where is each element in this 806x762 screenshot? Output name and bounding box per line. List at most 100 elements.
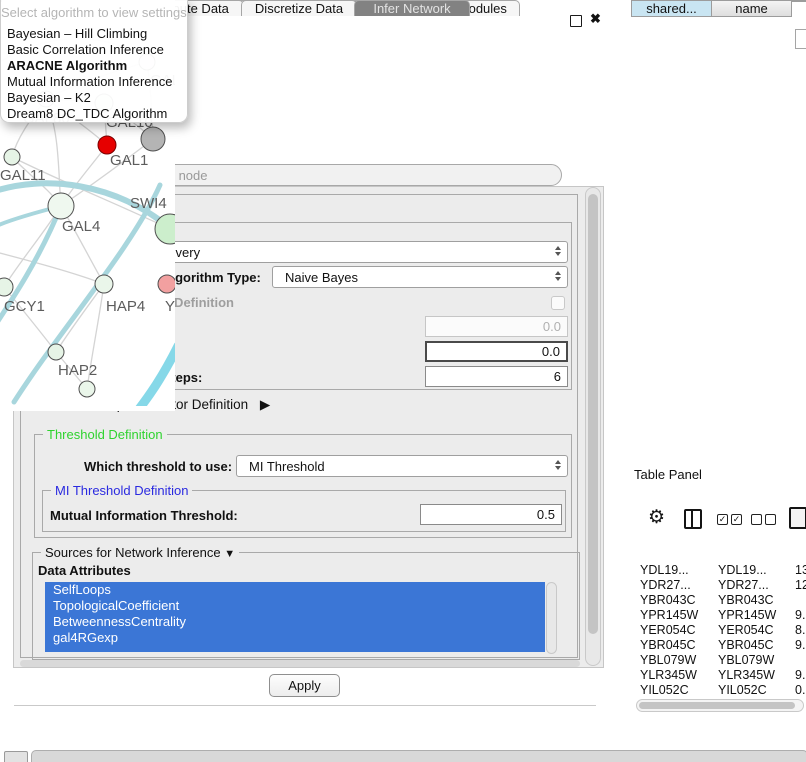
gear-icon[interactable]: ⚙	[648, 506, 665, 529]
select-all-checkboxes-icon[interactable]: ✓✓	[717, 514, 742, 525]
which-threshold-dropdown[interactable]: MI Threshold	[236, 455, 568, 477]
cell: YIL052C	[718, 683, 767, 694]
cell: 8.	[795, 623, 805, 638]
expander-down-arrow-icon: ▼	[224, 548, 235, 560]
table-row[interactable]: YPR145WYPR145W9.	[631, 608, 806, 623]
cell: 9.	[795, 608, 805, 623]
node-hap4	[95, 275, 113, 293]
menu-item[interactable]: Bayesian – K2	[1, 90, 187, 106]
menu-item-selected[interactable]: ARACNE Algorithm	[1, 58, 187, 74]
which-threshold-label: Which threshold to use:	[84, 459, 232, 474]
scrollbar-thumb[interactable]	[588, 194, 598, 634]
cell: YDR27...	[718, 578, 769, 593]
node-label: GAL4	[62, 218, 100, 235]
algorithm-dropdown-popup: Select algorithm to view settings Bayesi…	[0, 0, 188, 123]
node-gal11	[4, 149, 20, 165]
which-threshold-value: MI Threshold	[249, 459, 325, 474]
unchecked-box-glyph	[765, 514, 776, 525]
table-body: YDL19...YDL19...13 YDR27... YDR27... 12 YB…	[631, 563, 806, 694]
network-scrollbar-stub[interactable]	[795, 29, 806, 49]
manual-kernel-width-checkbox[interactable]	[551, 296, 565, 310]
cell: YER054C	[718, 623, 774, 638]
node-label: HAP2	[58, 362, 97, 379]
mi-threshold-field[interactable]: 0.5	[420, 504, 562, 525]
node-gal4	[48, 193, 74, 219]
list-item[interactable]: SelfLoops	[45, 582, 545, 598]
tab-discretize-data-label: Discretize Data	[255, 1, 343, 16]
cell: YBL079W	[640, 653, 696, 668]
table-row[interactable]: YBL079WYBL079W	[631, 653, 806, 668]
node-label: GCY1	[4, 298, 45, 315]
settings-horizontal-scrollbar[interactable]	[20, 660, 580, 667]
document-icon[interactable]	[789, 507, 806, 529]
checked-box-glyph: ✓	[731, 514, 742, 525]
attributes-list-scrollbar[interactable]	[546, 582, 557, 654]
cell: YBR045C	[718, 638, 774, 653]
column-header-name-label: name	[735, 1, 768, 16]
float-panel-icon[interactable]	[570, 15, 582, 27]
column-header-partial[interactable]	[791, 0, 806, 2]
dpi-tolerance-value: 0.0	[542, 344, 560, 359]
table-panel-title: Table Panel	[634, 467, 702, 482]
menu-item[interactable]: Dream8 DC_TDC Algorithm	[1, 106, 187, 122]
node	[79, 381, 95, 397]
table-row[interactable]: YBR045C YBR045C 9.	[631, 638, 806, 653]
dpi-tolerance-field[interactable]: 0.0	[425, 341, 568, 362]
tab-infer-network[interactable]: Infer Network	[354, 0, 470, 16]
apply-button-label: Apply	[288, 678, 321, 693]
table-row[interactable]: YER054C YER054C 8.	[631, 623, 806, 638]
mi-steps-field[interactable]: 6	[425, 366, 568, 387]
close-panel-icon[interactable]: ✖	[590, 11, 601, 27]
apply-button[interactable]: Apply	[269, 674, 340, 697]
table-horizontal-scrollbar[interactable]	[636, 699, 804, 712]
cell: YLR345W	[718, 668, 775, 683]
tab-discretize-data[interactable]: Discretize Data	[241, 0, 357, 16]
menu-item[interactable]: Mutual Information Inference	[1, 74, 187, 90]
menu-item[interactable]: Basic Correlation Inference	[1, 42, 187, 58]
column-header-shared[interactable]: shared...	[631, 0, 712, 17]
minimized-panel-icon[interactable]	[4, 751, 28, 762]
sources-group-title[interactable]: Sources for Network Inference ▼	[41, 545, 239, 560]
table-row[interactable]: YDR27... YDR27... 12	[631, 578, 806, 593]
cell: YBR043C	[718, 593, 774, 608]
mi-algorithm-type-value: Naive Bayes	[285, 270, 358, 285]
cell: YDR27...	[640, 578, 691, 593]
cell: YER054C	[640, 623, 696, 638]
aracne-mode-dropdown[interactable]: Discovery	[130, 241, 568, 263]
dropdown-arrows-icon	[555, 460, 561, 470]
node-label: GAL11	[0, 167, 46, 184]
cell: YIL052C	[640, 683, 689, 694]
column-header-name[interactable]: name	[711, 0, 792, 17]
collapsed-bottom-bar[interactable]	[31, 750, 806, 762]
cell: YPR145W	[718, 608, 776, 623]
split-columns-icon[interactable]	[684, 509, 702, 529]
node-label: GAL1	[110, 152, 148, 169]
cell: 9.	[795, 638, 805, 653]
table-row[interactable]: YDL19...YDL19...13	[631, 563, 806, 578]
screen: Control Panel ✖ Network Style Select Cyn…	[0, 0, 806, 762]
scrollbar-thumb[interactable]	[639, 702, 795, 709]
mi-threshold-group-title: MI Threshold Definition	[51, 483, 192, 498]
cell: 12	[795, 578, 806, 593]
sources-group-title-label: Sources for Network Inference	[45, 545, 221, 560]
mi-algorithm-type-dropdown[interactable]: Naive Bayes	[272, 266, 568, 288]
node-label: HAP4	[106, 298, 145, 315]
deselect-all-checkboxes-icon[interactable]	[751, 514, 776, 525]
cell: YBR045C	[640, 638, 696, 653]
list-item[interactable]: BetweennessCentrality	[45, 614, 545, 630]
network-highlight-edge	[132, 346, 175, 406]
menu-item[interactable]: Bayesian – Hill Climbing	[1, 26, 187, 42]
node-salmon	[158, 275, 175, 293]
kernel-width-field[interactable]: 0.0	[425, 316, 568, 337]
table-row[interactable]: YLR345WYLR345W9.	[631, 668, 806, 683]
table-row[interactable]: YIL052CYIL052C0.	[631, 683, 806, 694]
cell: YLR345W	[640, 668, 697, 683]
table-row[interactable]: YBR043CYBR043C	[631, 593, 806, 608]
node-hap2	[48, 344, 64, 360]
list-item[interactable]: gal4RGexp	[45, 630, 545, 646]
kernel-width-value: 0.0	[543, 319, 561, 334]
mi-threshold-value: 0.5	[537, 507, 555, 522]
settings-vertical-scrollbar[interactable]	[585, 187, 601, 666]
list-item[interactable]: TopologicalCoefficient	[45, 598, 545, 614]
checked-box-glyph: ✓	[717, 514, 728, 525]
